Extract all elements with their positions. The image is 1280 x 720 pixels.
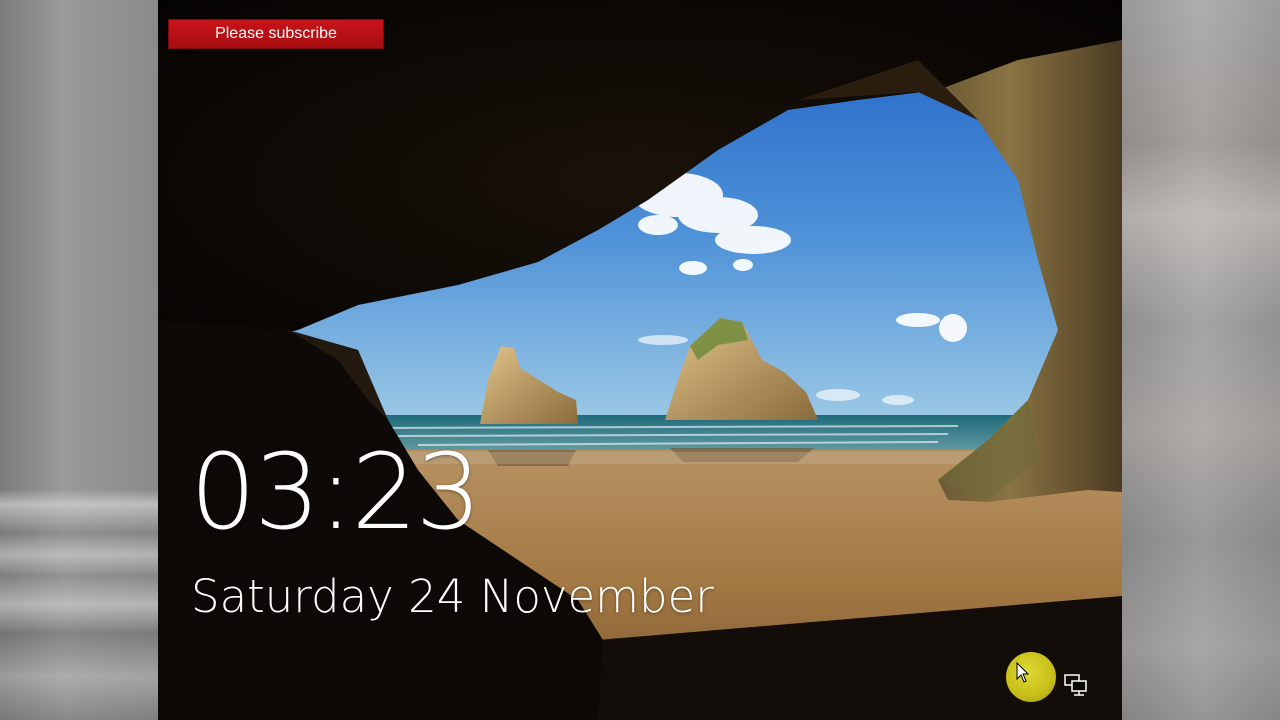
blurred-left-pillar bbox=[0, 0, 158, 720]
video-frame: Please subscribe 03:23 Saturday 24 Novem… bbox=[0, 0, 1280, 720]
lock-screen[interactable]: Please subscribe 03:23 Saturday 24 Novem… bbox=[158, 0, 1122, 720]
subscribe-banner[interactable]: Please subscribe bbox=[168, 19, 384, 49]
mouse-pointer-icon bbox=[1016, 662, 1030, 683]
cursor-highlight bbox=[1006, 652, 1056, 702]
network-status-icon[interactable] bbox=[1064, 674, 1088, 696]
blurred-right-pillar bbox=[1122, 0, 1280, 720]
lock-screen-clock: 03:23 bbox=[190, 431, 482, 553]
lock-screen-date: Saturday 24 November bbox=[191, 570, 714, 623]
